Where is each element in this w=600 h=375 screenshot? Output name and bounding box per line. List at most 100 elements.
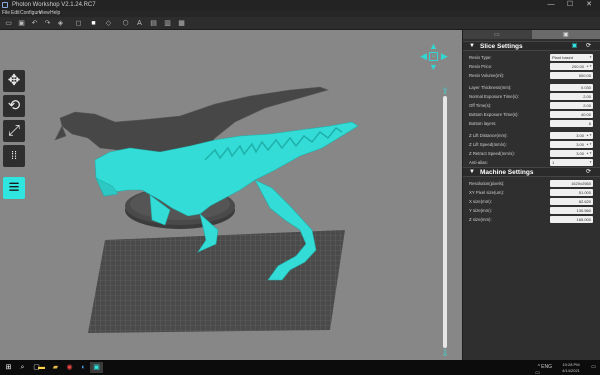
setting-value: 3.00 <box>576 133 584 138</box>
clock-date[interactable]: 4/14/2021 <box>554 368 588 373</box>
setting-input[interactable]: 1620x2560 <box>550 180 593 187</box>
maximize-button[interactable]: ☐ <box>561 0 579 10</box>
menu-bar: File Edit Configure View Help <box>0 10 600 17</box>
reset-icon[interactable]: ⟳ <box>585 169 592 176</box>
setting-input[interactable]: 2.00 <box>550 102 593 109</box>
export-icon[interactable]: ▤ <box>149 19 158 28</box>
text-icon[interactable]: A <box>135 19 144 28</box>
machine-row: Z size(mm): 165.000 <box>463 215 600 224</box>
setting-label: Normal Exposure Time(s): <box>469 94 519 99</box>
save-settings-icon[interactable]: ▣ <box>571 43 578 50</box>
chrome-icon[interactable]: ◉ <box>64 362 75 373</box>
nav-up-icon[interactable]: ▲ <box>429 42 438 51</box>
setting-label: Bottom Exposure Time(s): <box>469 112 519 117</box>
setting-input[interactable]: 200.00 ▲▼ <box>550 63 593 70</box>
scene-canvas[interactable] <box>0 30 462 360</box>
slice-settings-header[interactable]: ▼ Slice Settings ▣ ⟳ <box>463 41 600 51</box>
toolbar: ▭ ▣ ↶ ↷ ◈ ◻ ■ ◇ ⬡ A ▤ ▥ ▦ <box>0 17 600 30</box>
setting-input[interactable]: 165.000 <box>550 216 593 223</box>
open-file-icon[interactable]: ▭ <box>4 19 13 28</box>
nav-home-icon[interactable]: ⌂ <box>429 52 438 61</box>
view-iso-icon[interactable]: ⬡ <box>121 19 130 28</box>
menu-edit[interactable]: Edit <box>11 10 20 17</box>
setting-label: Off Time(s): <box>469 103 492 108</box>
menu-view[interactable]: View <box>39 10 50 17</box>
spinner-arrows-icon[interactable]: ▲▼ <box>586 132 592 139</box>
view-front-icon[interactable]: ◻ <box>74 19 83 28</box>
machine-row: Y size(mm): 130.560 <box>463 206 600 215</box>
nav-right-icon[interactable]: ▶ <box>440 52 449 61</box>
setting-input[interactable]: 0.030 <box>550 84 593 91</box>
machine-settings-header[interactable]: ▼ Machine Settings ⟳ <box>463 167 600 177</box>
tab-machine[interactable]: ▣ <box>532 30 600 39</box>
minimize-button[interactable]: — <box>542 0 560 10</box>
slice-row: Bottom layers: 6 <box>463 119 600 128</box>
move-tool-button[interactable]: ✥ <box>3 70 25 92</box>
nav-down-icon[interactable]: ▼ <box>429 63 438 72</box>
clock-time[interactable]: 10:28 PM <box>554 362 588 367</box>
menu-help[interactable]: Help <box>50 10 60 17</box>
scale-tool-button[interactable]: ⤢ <box>3 120 25 142</box>
layer-slider[interactable] <box>443 96 447 348</box>
tray-icons[interactable]: ^ ▭ ◖ ◗ <box>535 364 540 375</box>
photon-workshop-taskbar-icon[interactable]: ▣ <box>90 362 103 373</box>
tab-settings[interactable]: ▭ <box>463 30 532 39</box>
layers-icon[interactable]: ◈ <box>56 19 65 28</box>
setting-input[interactable]: 3.00▲▼◂ <box>550 141 593 148</box>
setting-input[interactable]: 3.00▲▼◂ <box>550 132 593 139</box>
setting-input[interactable]: 6 <box>550 120 593 127</box>
folder-icon[interactable]: ▰ <box>50 362 61 373</box>
chevron-down-icon[interactable]: ▼ <box>589 159 592 166</box>
save-icon[interactable]: ▣ <box>17 19 26 28</box>
ruler-icon[interactable]: ▦ <box>177 19 186 28</box>
windows-taskbar: ⊞ ⌕ ▢ ▬ ▰ ◉ ◐ ▣ ^ ▭ ◖ ◗ ENG 10:28 PM 4/1… <box>0 360 600 375</box>
nav-left-icon[interactable]: ◀ <box>419 52 428 61</box>
chevron-down-icon[interactable]: ▼ <box>589 54 592 61</box>
close-button[interactable]: ✕ <box>580 0 598 10</box>
setting-value: 2.00 <box>583 94 591 99</box>
edge-icon[interactable]: ◐ <box>78 362 89 373</box>
export-alt-icon[interactable]: ▥ <box>163 19 172 28</box>
windows-start-icon[interactable]: ⊞ <box>3 362 14 373</box>
search-icon[interactable]: ⌕ <box>17 362 28 373</box>
language-indicator[interactable]: ENG <box>541 364 552 370</box>
setting-input[interactable]: 2.00 <box>550 93 593 100</box>
file-explorer-icon[interactable]: ▬ <box>36 362 47 373</box>
setting-value: 3.00 <box>576 151 584 156</box>
undo-icon[interactable]: ↶ <box>30 19 39 28</box>
reset-icon[interactable]: ⟳ <box>585 43 592 50</box>
setting-input[interactable]: 3.00▲▼◂ <box>550 150 593 157</box>
arrange-tool-button[interactable]: ⁞⁞ <box>3 145 25 167</box>
setting-label: Z Lift Distance(mm): <box>469 133 508 138</box>
3d-viewport[interactable]: ✥ ⟲ ⤢ ⁞⁞ ≡ ▲ ▼ ◀ ▶ ⌂ ⇧ ⇩ <box>0 30 462 360</box>
slice-preview-button[interactable]: ≡ <box>3 177 25 199</box>
view-top-icon[interactable]: ■ <box>89 19 98 28</box>
menu-file[interactable]: File <box>2 10 10 17</box>
setting-dropdown[interactable]: 1 ▼ <box>550 159 593 166</box>
slice-row: Off Time(s): 2.00 <box>463 101 600 110</box>
layer-down-icon[interactable]: ⇩ <box>439 348 451 359</box>
setting-label: Z Lift Speed(mm/s): <box>469 142 507 147</box>
view-navigation-pad: ▲ ▼ ◀ ▶ ⌂ <box>419 42 449 72</box>
setting-input[interactable]: 40.00 <box>550 111 593 118</box>
spinner-arrows-icon[interactable]: ▲▼ <box>586 141 592 148</box>
setting-dropdown[interactable]: Plant based ▼ <box>550 54 593 61</box>
setting-value: 165.000 <box>576 217 591 222</box>
slice-row: Resin Price: 200.00 ▲▼ <box>463 62 600 71</box>
slice-row: Anti-alias: 1 ▼ <box>463 158 600 167</box>
rotate-tool-button[interactable]: ⟲ <box>3 95 25 117</box>
notification-icon[interactable]: ▭ <box>591 364 596 370</box>
setting-input[interactable]: 51.000 <box>550 189 593 196</box>
setting-value: 1 <box>552 160 555 165</box>
slice-row: Layer Thickness(mm): 0.030 <box>463 83 600 92</box>
setting-input[interactable]: 130.560 <box>550 207 593 214</box>
setting-value: 82.620 <box>578 199 591 204</box>
spinner-arrows-icon[interactable]: ▲▼ <box>586 150 592 157</box>
setting-input[interactable]: 82.620 <box>550 198 593 205</box>
settings-panel: ▭ ▣ ▼ Slice Settings ▣ ⟳ Resin Type: Plan… <box>462 30 600 360</box>
setting-value: 1620x2560 <box>571 181 591 186</box>
view-3d-icon[interactable]: ◇ <box>104 19 113 28</box>
redo-icon[interactable]: ↷ <box>43 19 52 28</box>
spinner-arrows-icon[interactable]: ▲▼ <box>586 63 592 70</box>
setting-input[interactable]: 500.00 <box>550 72 593 79</box>
